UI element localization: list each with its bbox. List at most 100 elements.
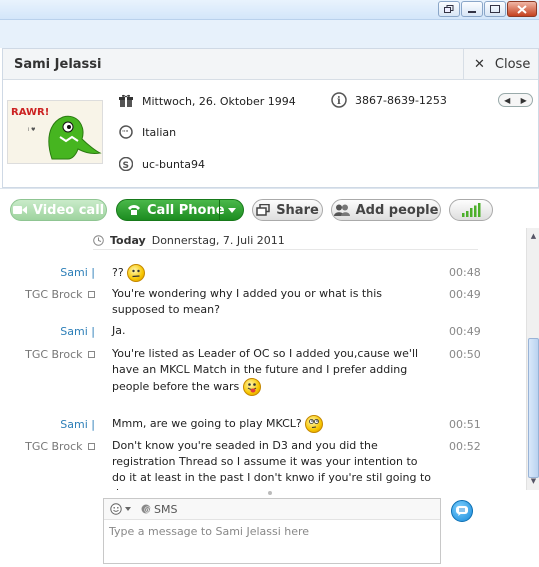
status-box-icon	[88, 351, 95, 358]
video-call-label: Video call	[32, 202, 105, 218]
minimize-icon	[468, 11, 476, 13]
clock-icon	[93, 235, 104, 246]
message-input-placeholder[interactable]: Type a message to Sami Jelassi here	[109, 525, 309, 538]
skype-name-row: S uc-bunta94	[118, 156, 205, 172]
resize-grip[interactable]	[268, 491, 272, 495]
close-label: Close	[494, 56, 531, 72]
info-icon: i	[331, 92, 347, 108]
restore-icon	[444, 5, 454, 13]
message-text-wrap: ??	[112, 264, 432, 282]
message-text: ??	[112, 266, 124, 279]
send-message-button[interactable]	[451, 500, 473, 522]
compose-toolbar: @ SMS	[104, 499, 440, 520]
gift-icon	[118, 93, 134, 109]
message-text-wrap: Mmm, are we going to play MKCL?	[112, 415, 432, 433]
maximize-button[interactable]	[484, 1, 506, 17]
contact-profile: Sami Jelassi ✕ Close RAWR! i ♥ Mittwoch,…	[2, 48, 539, 188]
call-dropdown-button[interactable]	[219, 200, 243, 220]
arrow-left-icon[interactable]: ◀	[504, 96, 510, 105]
svg-text:"": ""	[122, 129, 128, 137]
message-compose-box[interactable]: @ SMS Type a message to Sami Jelassi her…	[103, 498, 441, 564]
language-row: "" Italian	[118, 124, 176, 140]
call-phone-label: Call Phone	[147, 202, 225, 218]
scroll-up-icon[interactable]: ▲	[528, 230, 539, 242]
share-icon	[256, 204, 270, 216]
message-time: 00:48	[449, 266, 481, 279]
svg-text:i: i	[337, 96, 341, 107]
message-time: 00:51	[449, 418, 481, 431]
message-sender: TGC Brock	[25, 440, 83, 453]
window-controls	[438, 1, 537, 17]
arrow-right-icon[interactable]: ▶	[521, 96, 527, 105]
chevron-down-icon	[227, 207, 236, 213]
contact-name: Sami Jelassi	[14, 57, 102, 72]
svg-text:i ♥: i ♥	[28, 127, 36, 133]
date-separator: Today Donnerstag, 7. Juli 2011	[93, 232, 478, 250]
share-button[interactable]: Share	[252, 199, 323, 221]
message-time: 00:50	[449, 348, 481, 361]
video-camera-icon	[12, 206, 27, 214]
minimize-button[interactable]	[461, 1, 483, 17]
emoticon-picker-button[interactable]	[110, 503, 131, 515]
window-titlebar	[0, 0, 539, 20]
language-text: Italian	[142, 125, 177, 139]
skype-name-text: uc-bunta94	[142, 157, 205, 171]
message-time: 00:52	[449, 440, 481, 453]
call-phone-button[interactable]: Call Phone	[116, 199, 244, 221]
x-icon: ✕	[474, 56, 485, 72]
message-sender[interactable]: Sami |	[0, 325, 95, 338]
sms-icon: @	[141, 504, 151, 514]
signal-bars-icon	[462, 203, 481, 217]
date-today-label: Today	[110, 234, 146, 247]
share-label: Share	[276, 202, 319, 218]
send-bubble-icon	[456, 506, 468, 516]
profile-nav-arrows[interactable]: ◀ ▶	[498, 93, 533, 107]
message-text: Ja.	[112, 324, 126, 337]
speech-bubble-icon: ""	[118, 124, 134, 140]
avatar-image: RAWR! i ♥	[8, 101, 102, 163]
status-box-icon	[88, 291, 95, 298]
maximize-icon	[490, 5, 500, 13]
message-sender: TGC Brock	[25, 288, 83, 301]
restore-window-button[interactable]	[438, 1, 460, 17]
message-sender[interactable]: Sami |	[0, 418, 95, 431]
message-text: You're listed as Leader of OC so I added…	[112, 347, 419, 393]
contact-name-bar: Sami Jelassi ✕ Close	[3, 49, 538, 80]
add-people-button[interactable]: Add people	[331, 199, 441, 221]
message-sender-wrap[interactable]: TGC Brock	[0, 288, 95, 301]
video-call-button[interactable]: Video call	[10, 199, 107, 221]
conversation-scrollbar[interactable]: ▲ ▼	[526, 228, 539, 490]
message-time: 00:49	[449, 288, 481, 301]
close-profile-button[interactable]: ✕ Close	[463, 49, 538, 79]
svg-text:S: S	[123, 161, 129, 171]
chevron-down-icon	[125, 507, 131, 511]
close-window-button[interactable]	[507, 1, 537, 17]
smiley-icon	[110, 503, 122, 515]
people-icon	[333, 204, 350, 216]
conversation-history: Today Donnerstag, 7. Juli 2011 Sami | ??…	[0, 228, 526, 490]
avatar-text: RAWR!	[11, 107, 49, 118]
add-people-label: Add people	[355, 202, 439, 218]
message-time: 00:49	[449, 325, 481, 338]
svg-text:@: @	[144, 506, 151, 514]
status-box-icon	[88, 443, 95, 450]
confused-emoticon-icon	[127, 264, 146, 282]
call-toolbar: Video call Call Phone Share Add people	[0, 188, 539, 228]
phone-icon	[128, 205, 140, 215]
message-sender[interactable]: Sami |	[0, 266, 95, 279]
sms-button[interactable]: @ SMS	[141, 503, 177, 516]
scroll-down-icon[interactable]: ▼	[528, 475, 539, 487]
call-quality-button[interactable]	[449, 199, 493, 221]
message-sender: TGC Brock	[25, 348, 83, 361]
close-icon	[517, 4, 527, 14]
phone-row: i 3867-8639-1253	[331, 92, 447, 108]
birthday-text: Mittwoch, 26. Oktober 1994	[142, 94, 296, 108]
message-sender-wrap[interactable]: TGC Brock	[0, 440, 95, 453]
message-sender-wrap[interactable]: TGC Brock	[0, 348, 95, 361]
window-strip	[0, 20, 539, 48]
tongue-out-emoticon-icon	[242, 378, 261, 396]
sms-label: SMS	[154, 502, 178, 516]
date-text: Donnerstag, 7. Juli 2011	[151, 234, 285, 247]
birthday-row: Mittwoch, 26. Oktober 1994	[118, 93, 296, 109]
scrollbar-thumb[interactable]	[528, 338, 539, 478]
